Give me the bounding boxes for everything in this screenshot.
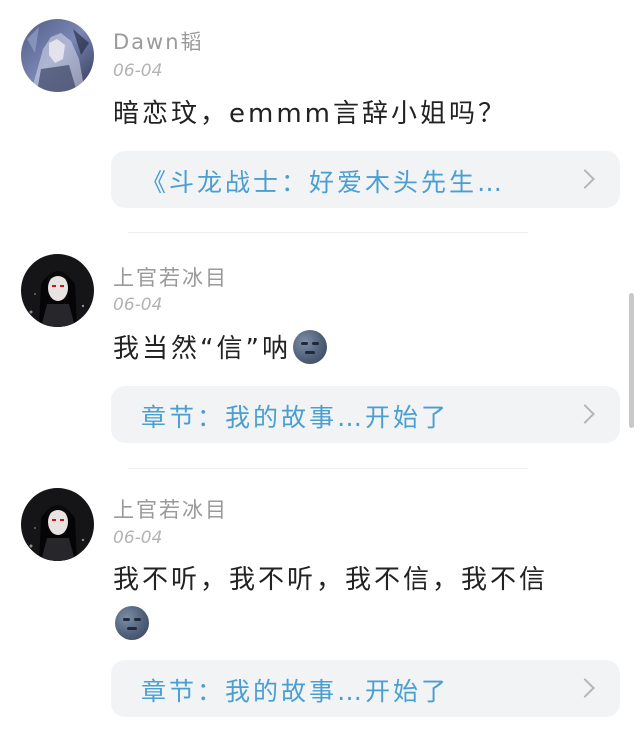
new-moon-face-icon [292, 330, 327, 364]
chevron-right-icon [575, 169, 595, 189]
comment-item: Dawn韬 06-04 暗恋玟，emmm言辞小姐吗？ 《斗龙战士：好爱木头先生… [0, 0, 640, 232]
reference-link-text: 章节：我的故事…开始了 [141, 403, 450, 432]
reference-link-card[interactable]: 《斗龙战士：好爱木头先生… [111, 151, 620, 208]
new-moon-face-icon [115, 606, 149, 640]
comment-text: 暗恋玟，emmm言辞小姐吗？ [113, 99, 507, 129]
comment-date: 06-04 [113, 295, 163, 315]
comment-date: 06-04 [113, 528, 163, 548]
chevron-right-icon [575, 404, 595, 424]
username[interactable]: Dawn韬 [113, 26, 204, 56]
reference-link-card[interactable]: 章节：我的故事…开始了 [111, 660, 620, 717]
chevron-right-icon [575, 678, 595, 698]
comment-list: Dawn韬 06-04 暗恋玟，emmm言辞小姐吗？ 《斗龙战士：好爱木头先生… [0, 0, 640, 729]
avatar[interactable] [21, 254, 94, 327]
avatar[interactable] [21, 488, 94, 561]
avatar-image [21, 488, 94, 561]
comment-date: 06-04 [113, 61, 163, 81]
divider [128, 232, 528, 233]
comment-item: 上官若冰目 06-04 我当然“信”呐 章节：我的故事…开始了 [0, 236, 640, 470]
emoji-line [113, 606, 149, 640]
comment-text-content: 我当然“信”呐 [113, 334, 291, 364]
comment-text: 我当然“信”呐 [113, 330, 327, 368]
avatar-image [21, 254, 94, 327]
username[interactable]: 上官若冰目 [113, 494, 228, 524]
username[interactable]: 上官若冰目 [113, 262, 228, 292]
reference-link-text: 章节：我的故事…开始了 [141, 677, 450, 706]
scrollbar[interactable] [629, 293, 634, 428]
comment-item: 上官若冰目 06-04 我不听，我不听，我不信，我不信 章节：我的故事…开始了 [0, 472, 640, 729]
reference-link-text: 《斗龙战士：好爱木头先生… [141, 168, 506, 197]
avatar-image [21, 19, 94, 92]
reference-link-card[interactable]: 章节：我的故事…开始了 [111, 386, 620, 443]
comment-text: 我不听，我不听，我不信，我不信 [113, 565, 549, 595]
divider [128, 468, 528, 469]
avatar[interactable] [21, 19, 94, 92]
